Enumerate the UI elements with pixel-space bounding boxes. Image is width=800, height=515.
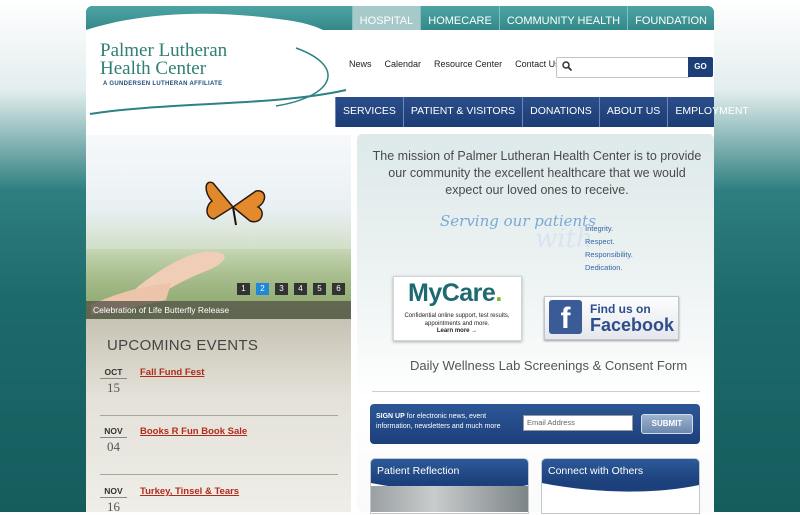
value-item: Respect. xyxy=(585,237,615,246)
event-day: 15 xyxy=(107,380,120,395)
mycare-learn-more-link[interactable]: Learn more → xyxy=(402,328,512,336)
search-icon xyxy=(562,61,573,72)
value-item: Responsibility. xyxy=(585,250,633,259)
event-divider xyxy=(100,474,338,475)
butterfly-icon xyxy=(205,181,266,226)
slide-dot-5[interactable]: 5 xyxy=(313,283,326,295)
event-link[interactable]: Turkey, Tinsel & Tears xyxy=(140,486,239,497)
box-title: Patient Reflection xyxy=(371,459,528,483)
facebook-line-2: Facebook xyxy=(590,315,675,335)
facebook-line-1: Find us on xyxy=(590,302,651,316)
box-title: Connect with Others xyxy=(542,459,699,483)
utilnav-contact-us[interactable]: Contact Us xyxy=(515,59,560,69)
slide-pager: 1 2 3 4 5 6 xyxy=(237,283,345,295)
mycare-text: Confidential online support, test result… xyxy=(404,313,510,327)
main-nav-bar: SERVICES PATIENT & VISITORS DONATIONS AB… xyxy=(335,97,749,127)
event-divider xyxy=(100,415,338,416)
mainnav-donations[interactable]: DONATIONS xyxy=(522,97,599,127)
email-field[interactable]: Email Address xyxy=(523,415,633,431)
mainnav-about-us[interactable]: ABOUT US xyxy=(598,97,667,127)
event-month: OCT xyxy=(100,367,127,379)
slide-dot-4[interactable]: 4 xyxy=(294,283,307,295)
slide-dot-1[interactable]: 1 xyxy=(237,283,250,295)
search-input[interactable] xyxy=(556,57,690,78)
divider xyxy=(372,391,700,392)
logo-subtitle: A GUNDERSEN LUTHERAN AFFILIATE xyxy=(103,81,223,87)
wellness-screening-link[interactable]: Daily Wellness Lab Screenings & Consent … xyxy=(410,358,687,373)
event-month: NOV xyxy=(100,486,127,498)
events-title: UPCOMING EVENTS xyxy=(107,337,259,354)
value-item: Dedication. xyxy=(585,263,623,272)
event-day: 16 xyxy=(107,499,120,514)
utilnav-news[interactable]: News xyxy=(349,59,372,69)
event-link[interactable]: Fall Fund Fest xyxy=(140,367,204,378)
patient-photo xyxy=(371,486,528,512)
submit-button[interactable]: SUBMIT xyxy=(641,414,693,434)
event-link[interactable]: Books R Fun Book Sale xyxy=(140,426,247,437)
signup-text: SIGN UP for electronic news, event infor… xyxy=(376,413,501,430)
mainnav-services[interactable]: SERVICES xyxy=(335,97,403,127)
mainnav-employment[interactable]: EMPLOYMENT xyxy=(667,97,756,127)
mission-statement: The mission of Palmer Lutheran Health Ce… xyxy=(372,149,702,197)
mycare-description: Confidential online support, test result… xyxy=(402,313,512,336)
facebook-icon: f xyxy=(549,300,582,335)
event-month: NOV xyxy=(100,426,127,438)
mycare-logo: MyCare. xyxy=(408,279,502,307)
logo-line-2[interactable]: Health Center xyxy=(100,59,206,79)
slide-dot-6[interactable]: 6 xyxy=(332,283,345,295)
mainnav-patient-visitors[interactable]: PATIENT & VISITORS xyxy=(402,97,522,127)
value-item: Integrity. xyxy=(585,224,614,233)
connect-box[interactable]: Connect with Others xyxy=(541,458,700,514)
box-wave xyxy=(542,481,699,492)
event-day: 04 xyxy=(107,439,120,454)
slide-dot-3[interactable]: 3 xyxy=(275,283,288,295)
utilnav-resource-center[interactable]: Resource Center xyxy=(434,59,502,69)
slide-dot-2[interactable]: 2 xyxy=(256,283,269,295)
serving-script: Serving our patients xyxy=(440,212,596,230)
utilnav-calendar[interactable]: Calendar xyxy=(385,59,422,69)
hero-caption: Celebration of Life Butterfly Release xyxy=(86,301,351,319)
search-go-button[interactable]: GO xyxy=(688,57,713,77)
values-list: Integrity. Respect. Responsibility. Dedi… xyxy=(585,222,633,274)
utility-nav: News Calendar Resource Center Contact Us xyxy=(349,59,573,69)
